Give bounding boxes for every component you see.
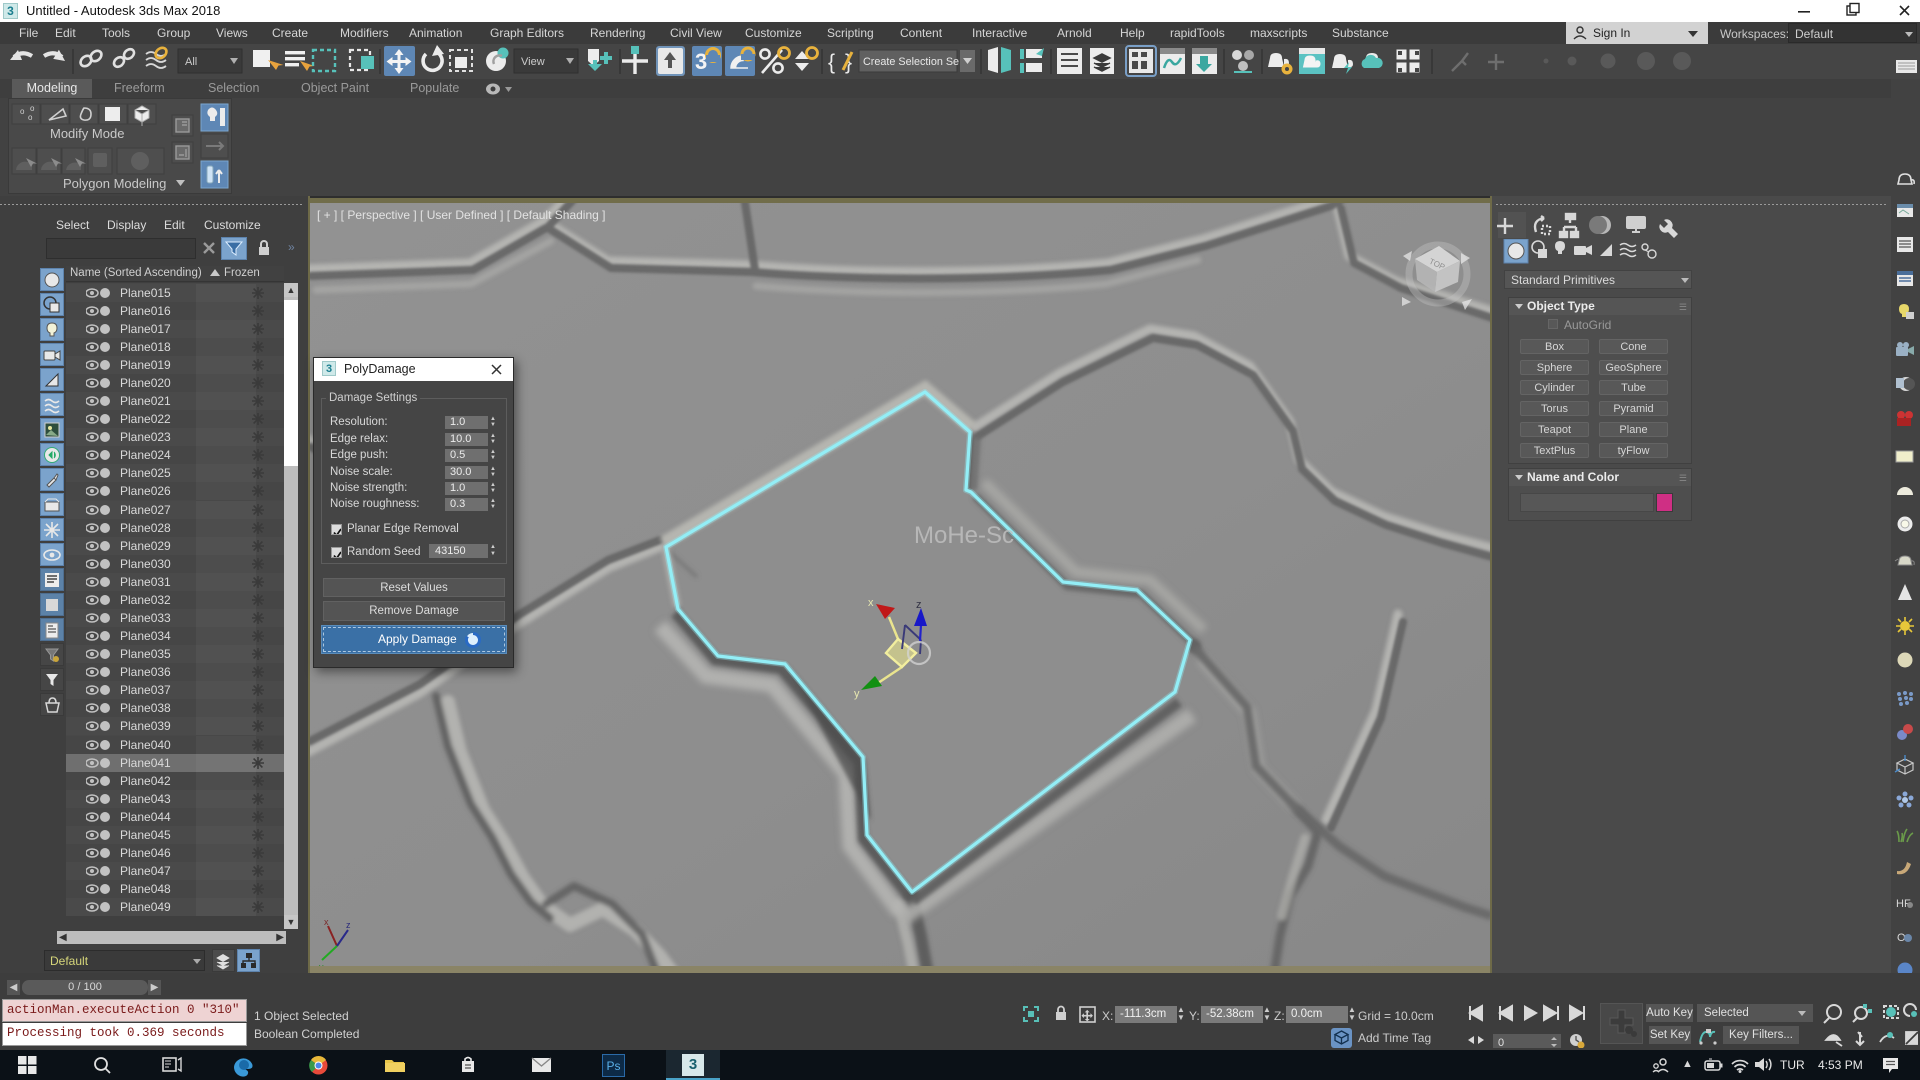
svg-text:All: All <box>185 56 197 68</box>
svg-text:x: x <box>868 597 874 609</box>
svg-text:View: View <box>521 56 545 68</box>
svg-text:Modify Mode: Modify Mode <box>50 126 124 141</box>
svg-text:o: o <box>30 104 35 113</box>
svg-text:o: o <box>28 113 33 122</box>
svg-text:o: o <box>20 107 25 116</box>
svg-text:y: y <box>854 688 860 700</box>
svg-text:[ + ] [ Perspective ] [ User D: [ + ] [ Perspective ] [ User Defined ] [… <box>317 208 605 222</box>
svg-text:x: x <box>324 917 329 927</box>
svg-text:z: z <box>346 920 351 930</box>
svg-text:Create Selection Se: Create Selection Se <box>863 56 959 68</box>
svg-text:{: { <box>828 51 835 74</box>
svg-text:0: 0 <box>1498 1037 1504 1048</box>
svg-text:Polygon Modeling: Polygon Modeling <box>63 176 166 191</box>
svg-text:MoHe-Sc: MoHe-Sc <box>914 522 1014 549</box>
svg-text:z: z <box>916 599 922 611</box>
